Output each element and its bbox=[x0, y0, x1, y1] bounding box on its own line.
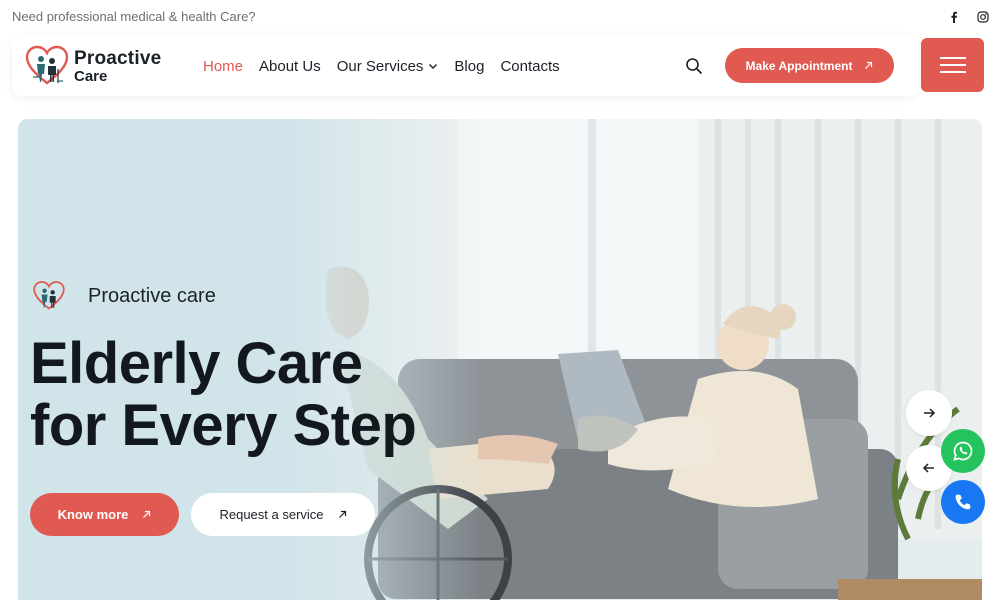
topbar-message: Need professional medical & health Care? bbox=[12, 9, 256, 24]
request-service-label: Request a service bbox=[219, 507, 324, 522]
arrow-up-right-icon bbox=[338, 510, 346, 518]
hero-headline-line-2: for Every Step bbox=[30, 393, 417, 458]
instagram-icon[interactable] bbox=[975, 9, 991, 25]
nav-item-our-services[interactable]: Our Services bbox=[337, 58, 439, 75]
nav-item-blog[interactable]: Blog bbox=[454, 58, 484, 75]
hero-tagline: Proactive care bbox=[32, 279, 216, 313]
make-appointment-label: Make Appointment bbox=[745, 58, 853, 73]
phone-icon[interactable] bbox=[941, 480, 985, 524]
hamburger-icon[interactable] bbox=[921, 38, 984, 92]
facebook-icon[interactable] bbox=[946, 9, 962, 25]
arrow-up-right-icon bbox=[143, 510, 151, 518]
nav-item-home[interactable]: Home bbox=[203, 58, 243, 75]
hero-tagline-text: Proactive care bbox=[88, 284, 216, 307]
know-more-button[interactable]: Know more bbox=[30, 493, 179, 536]
tagline-logo-icon bbox=[33, 281, 65, 310]
top-bar: Need professional medical & health Care? bbox=[0, 0, 1000, 34]
nav-item-our-services-label: Our Services bbox=[336, 57, 424, 75]
search-icon[interactable] bbox=[684, 56, 704, 76]
make-appointment-button[interactable]: Make Appointment bbox=[725, 48, 894, 83]
arrow-right-icon[interactable] bbox=[906, 390, 952, 436]
site-logo[interactable]: Proactive Care bbox=[24, 42, 164, 90]
logo-title: Proactive bbox=[74, 47, 162, 69]
request-service-button[interactable]: Request a service bbox=[191, 493, 375, 536]
whatsapp-icon[interactable] bbox=[941, 429, 985, 473]
know-more-label: Know more bbox=[57, 507, 129, 522]
nav-item-contacts[interactable]: Contacts bbox=[500, 58, 559, 75]
arrow-up-right-icon bbox=[865, 61, 873, 69]
hero-headline-line-1: Elderly Care bbox=[30, 331, 363, 396]
main-header: Proactive Care Home About Us Our Service… bbox=[12, 36, 918, 96]
nav-item-about-us[interactable]: About Us bbox=[259, 58, 321, 75]
chevron-down-icon bbox=[429, 64, 438, 69]
logo-subtitle: Care bbox=[74, 67, 108, 85]
hero-slider: Proactive care Elderly Care for Every St… bbox=[18, 119, 982, 600]
main-nav: Home About Us Our Services Blog Contacts bbox=[203, 36, 576, 96]
hero-headline: Elderly Care for Every Step bbox=[30, 331, 417, 458]
logo-mark-icon bbox=[25, 45, 69, 85]
